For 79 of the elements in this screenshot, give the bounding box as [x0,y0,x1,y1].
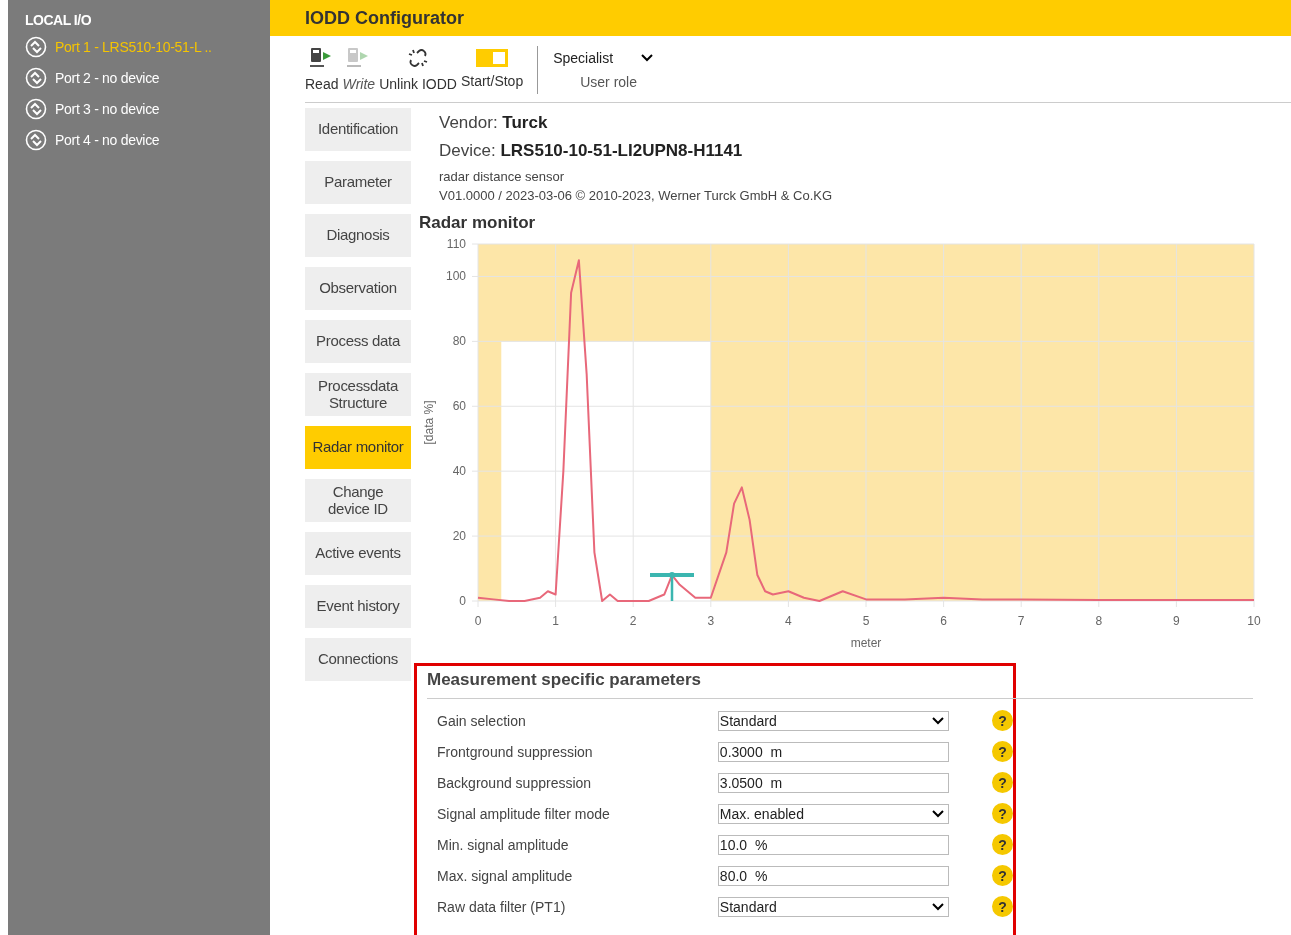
app-title: IODD Configurator [305,7,464,29]
parameter-label: Background suppression [437,774,593,791]
x-tick-label: 8 [1095,614,1103,628]
nav-tab[interactable]: Diagnosis [305,214,411,257]
port-icon [25,129,47,151]
toolbar-button[interactable]: Read [305,46,343,92]
help-button[interactable]: ? [992,803,1013,824]
parameter-input[interactable]: 80.0 % [717,865,949,886]
marker-stem [670,577,674,601]
x-tick-label: 10 [1247,614,1261,628]
parameter-input[interactable]: 0.3000 m [717,741,949,762]
port-icon [25,98,47,120]
y-tick-label: 40 [452,464,466,479]
y-tick-label: 100 [445,269,466,284]
y-tick-label: 110 [446,237,466,251]
y-tick-label: 60 [452,399,466,414]
caret-icon [932,902,944,911]
parameter-label: Min. signal amplitude [437,836,570,853]
y-axis-title: [data %] [422,400,436,445]
x-tick-label: 9 [1173,614,1180,628]
vendor-text: Vendor: Turck [439,113,548,132]
x-tick-label: 7 [1017,614,1025,628]
port-item[interactable]: Port 4 - no device [8,125,270,156]
parameter-input[interactable]: 3.0500 m [717,772,949,793]
help-button[interactable]: ? [992,834,1013,855]
nav-tab[interactable]: Process data [305,320,411,363]
nav-tab[interactable]: Event history [305,585,411,628]
nav-tab[interactable]: Processdata Structure [305,373,411,416]
x-tick-label: 2 [629,614,637,628]
nav-tab[interactable]: Change device ID [305,479,411,522]
help-button[interactable]: ? [992,865,1013,886]
x-axis-title: meter [850,636,882,650]
parameter-label: Gain selection [437,712,527,729]
x-tick-label: 6 [940,614,947,628]
port-icon [25,67,47,89]
x-tick-label: 0 [474,614,482,628]
port-item[interactable]: Port 2 - no device [8,63,270,94]
toolbar-button[interactable]: Start/Stop [460,46,528,89]
parameter-label: Signal amplitude filter mode [437,805,611,822]
section-title: Radar monitor [419,213,537,233]
parameter-select[interactable]: Standard [717,896,949,917]
nav-tab[interactable]: Parameter [305,161,411,204]
y-tick-label: 20 [452,529,466,544]
parameter-input[interactable]: 10.0 % [717,834,949,855]
parameter-label: Raw data filter (PT1) [437,898,567,915]
port-item[interactable]: Port 3 - no device [8,94,270,125]
version-text: V01.0000 / 2023-03-06 © 2010-2023, Werner Turck GmbH & Co.KG [438,188,834,203]
nav-tab[interactable]: Active events [305,532,411,575]
parameter-label: Max. signal amplitude [437,867,574,884]
toolbar-button[interactable]: Unlink IODD [379,46,461,92]
help-button[interactable]: ? [992,741,1013,762]
parameter-select[interactable]: Max. enabled [717,803,949,824]
caret-icon [932,809,944,818]
device-text: Device: LRS510-10-51-LI2UPN8-H1141 [439,141,743,160]
help-button[interactable]: ? [992,710,1013,731]
x-tick-label: 5 [862,614,870,628]
user-role-label: User role [579,74,638,90]
y-tick-label: 0 [459,594,466,608]
device-description: radar distance sensor [438,169,565,184]
y-tick-label: 80 [452,334,466,349]
help-button[interactable]: ? [992,896,1013,917]
parameter-label: Frontground suppression [437,743,594,760]
toggle-switch [476,49,509,67]
caret-icon [641,54,654,62]
nav-tab[interactable]: Connections [305,638,411,681]
x-tick-label: 1 [552,614,559,628]
nav-tab[interactable]: Radar monitor [305,426,411,469]
x-tick-label: 4 [785,614,792,628]
help-button[interactable]: ? [992,772,1013,793]
port-icon [25,36,47,58]
parameter-select[interactable]: Standard [717,710,949,731]
sidebar-title: LOCAL I/O [24,12,93,30]
user-role-select[interactable]: Specialist [553,46,654,66]
nav-tab[interactable]: Observation [305,267,411,310]
peak-marker [648,572,696,579]
caret-icon [932,716,944,725]
x-tick-label: 3 [707,614,715,628]
section-title: Measurement specific parameters [427,666,1253,699]
nav-tab[interactable]: Identification [305,108,411,151]
